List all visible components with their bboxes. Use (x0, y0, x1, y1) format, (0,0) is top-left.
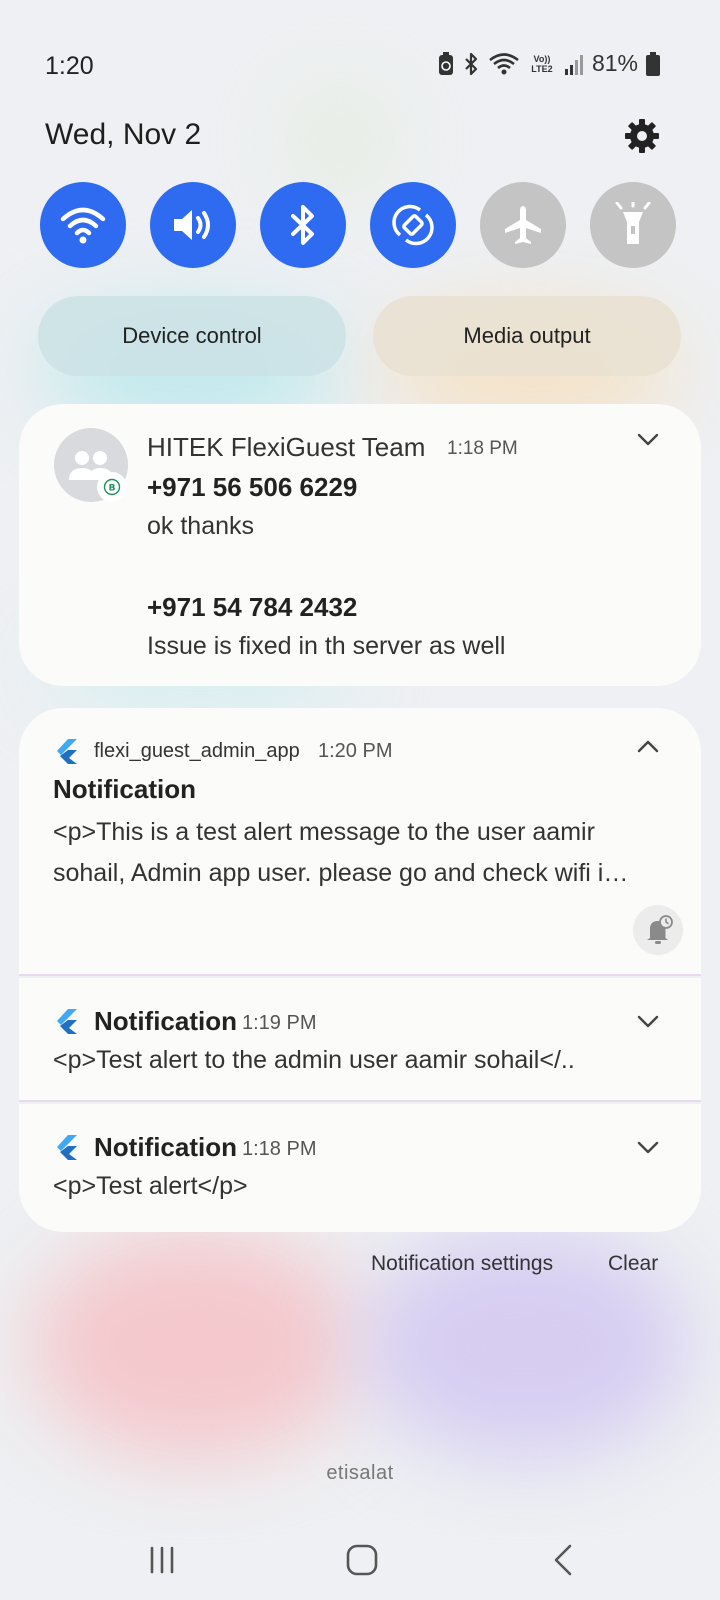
notification-card[interactable]: Notification 1:18 PM <p>Test alert</p> (19, 1104, 701, 1232)
wifi-toggle[interactable] (40, 182, 126, 268)
flashlight-toggle[interactable] (590, 182, 676, 268)
notification-title: Notification (53, 774, 196, 804)
message-sender: +971 54 784 2432 (147, 592, 358, 622)
back-button[interactable] (544, 1540, 584, 1580)
message-text: Issue is fixed in th server as well (147, 632, 506, 660)
wifi-icon (60, 207, 106, 244)
quick-settings-tiles (40, 182, 676, 268)
notification-settings-button[interactable]: Notification settings (371, 1252, 553, 1276)
business-badge-icon: B (97, 472, 127, 502)
recent-apps-icon (150, 1546, 174, 1574)
status-bar: 1:20 Vo)) LTE2 81% (0, 0, 720, 130)
auto-rotate-toggle[interactable] (370, 182, 456, 268)
battery-icon (646, 51, 660, 76)
gear-icon (625, 119, 659, 153)
background-glow (30, 1230, 360, 1460)
home-icon (346, 1544, 378, 1576)
clock: 1:20 (45, 52, 94, 80)
sound-toggle[interactable] (150, 182, 236, 268)
notification-time: 1:19 PM (242, 1012, 317, 1034)
recent-apps-button[interactable] (142, 1540, 182, 1580)
flashlight-icon (615, 202, 651, 244)
clear-all-button[interactable]: Clear (608, 1252, 658, 1276)
message-text: ok thanks (147, 512, 255, 540)
expand-button[interactable] (635, 1134, 661, 1160)
notification-time: 1:18 PM (242, 1138, 317, 1160)
app-name: flexi_guest_admin_app (94, 740, 300, 762)
expand-button[interactable] (635, 1008, 661, 1034)
rotate-icon (392, 204, 434, 246)
media-output-button[interactable]: Media output (373, 296, 681, 376)
airplane-icon (505, 206, 541, 244)
navigation-bar (0, 1520, 720, 1590)
notification-title: HITEK FlexiGuest Team (147, 432, 426, 462)
snooze-bell-icon (647, 915, 673, 944)
chevron-down-icon (637, 1141, 659, 1154)
notification-body: <p>This is a test alert message to the u… (53, 818, 629, 887)
expand-button[interactable] (635, 426, 661, 452)
settings-button[interactable] (624, 118, 660, 154)
flutter-app-icon (57, 1135, 77, 1160)
notification-body: <p>Test alert</p> (53, 1172, 248, 1200)
bluetooth-icon (465, 52, 478, 75)
carrier-label: etisalat (326, 1462, 394, 1484)
notification-time: 1:20 PM (318, 740, 393, 762)
network-type-label: Vo)) LTE2 (531, 53, 553, 74)
message-sender: +971 56 506 6229 (147, 472, 358, 502)
notification-card-expanded[interactable]: flexi_guest_admin_app 1:20 PM Notificati… (19, 708, 701, 976)
snooze-button[interactable] (633, 905, 683, 955)
chevron-down-icon (637, 433, 659, 446)
airplane-mode-toggle[interactable] (480, 182, 566, 268)
bluetooth-toggle[interactable] (260, 182, 346, 268)
flutter-app-icon (57, 1009, 77, 1034)
notification-title: Notification (94, 1132, 237, 1162)
date-label: Wed, Nov 2 (45, 118, 202, 151)
status-icons: Vo)) LTE2 81% (438, 50, 660, 77)
notification-card-group-chat[interactable]: B HITEK FlexiGuest Team 1:18 PM +971 56 … (19, 404, 701, 686)
bluetooth-icon (291, 205, 314, 245)
back-icon (554, 1544, 572, 1576)
notification-time: 1:18 PM (447, 438, 518, 459)
battery-saver-icon (438, 51, 453, 75)
notification-body: <p>Test alert to the admin user aamir so… (53, 1046, 575, 1074)
cell-signal-icon (564, 54, 583, 75)
wifi-signal-icon (489, 52, 519, 74)
collapse-button[interactable] (635, 734, 661, 760)
svg-text:B: B (109, 484, 116, 494)
device-control-button[interactable]: Device control (38, 296, 346, 376)
speaker-icon (174, 210, 210, 240)
notification-title: Notification (94, 1006, 237, 1036)
battery-percentage: 81% (591, 50, 638, 76)
home-button[interactable] (342, 1540, 382, 1580)
notification-card[interactable]: Notification 1:19 PM <p>Test alert to th… (19, 978, 701, 1102)
flutter-app-icon (57, 739, 77, 764)
chevron-up-icon (637, 740, 659, 753)
chevron-down-icon (637, 1015, 659, 1028)
